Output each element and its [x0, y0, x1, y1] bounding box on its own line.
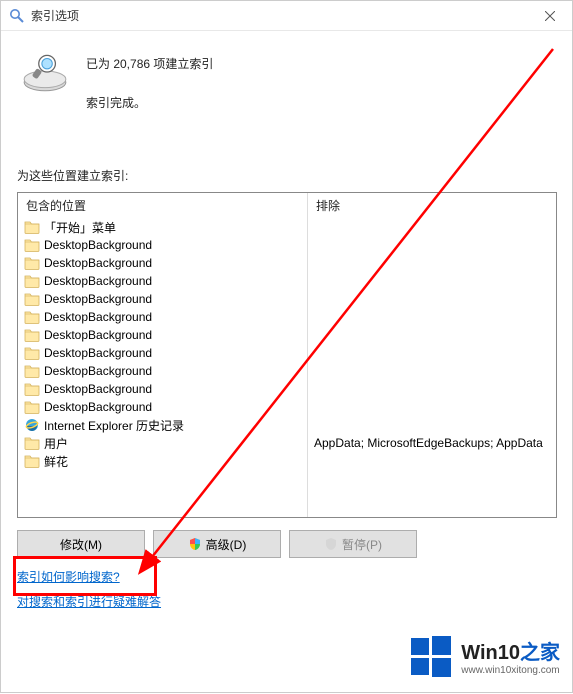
index-status-icon	[17, 51, 72, 101]
list-item-label: DesktopBackground	[44, 382, 152, 396]
window-title: 索引选项	[31, 7, 79, 24]
shield-icon	[324, 537, 338, 551]
link-troubleshoot[interactable]: 对搜索和索引进行疑难解答	[17, 593, 556, 610]
folder-icon	[24, 255, 40, 271]
watermark-url: www.win10xitong.com	[461, 665, 560, 676]
list-item[interactable]: DesktopBackground	[22, 290, 303, 308]
list-item[interactable]: 「开始」菜单	[22, 218, 303, 236]
folder-icon	[24, 291, 40, 307]
list-item[interactable]: DesktopBackground	[22, 362, 303, 380]
list-item-exclude-label: AppData; MicrosoftEdgeBackups; AppData	[314, 436, 543, 450]
pause-button: 暂停(P)	[289, 530, 417, 558]
list-item-label: 鲜花	[44, 453, 68, 470]
list-item-label: DesktopBackground	[44, 328, 152, 342]
close-icon	[545, 11, 555, 21]
list-item-exclude	[312, 380, 552, 398]
list-item-label: DesktopBackground	[44, 364, 152, 378]
watermark: Win10之家 www.win10xitong.com	[409, 634, 560, 678]
status-area: 已为 20,786 项建立索引 索引完成。	[17, 51, 556, 133]
list-item-exclude	[312, 290, 552, 308]
list-item-exclude	[312, 218, 552, 236]
status-complete: 索引完成。	[86, 94, 213, 111]
status-count: 已为 20,786 项建立索引	[86, 55, 213, 72]
list-item[interactable]: DesktopBackground	[22, 398, 303, 416]
advanced-button[interactable]: 高级(D)	[153, 530, 281, 558]
watermark-brand: Win10之家	[461, 636, 560, 665]
close-button[interactable]	[527, 1, 572, 31]
list-item-label: Internet Explorer 历史记录	[44, 417, 184, 434]
titlebar: 索引选项	[1, 1, 572, 31]
pause-button-label: 暂停(P)	[342, 536, 382, 553]
list-item-label: DesktopBackground	[44, 238, 152, 252]
folder-icon	[24, 345, 40, 361]
ie-icon	[24, 417, 40, 433]
list-item-label: DesktopBackground	[44, 256, 152, 270]
folder-icon	[24, 273, 40, 289]
shield-icon	[188, 537, 202, 551]
column-header-included: 包含的位置	[18, 193, 307, 218]
link-how-affects-search[interactable]: 索引如何影响搜索?	[17, 568, 556, 585]
list-item[interactable]: 用户	[22, 434, 303, 452]
list-item-label: DesktopBackground	[44, 274, 152, 288]
list-item[interactable]: DesktopBackground	[22, 254, 303, 272]
list-item-label: DesktopBackground	[44, 400, 152, 414]
folder-icon	[24, 309, 40, 325]
folder-icon	[24, 399, 40, 415]
list-item-exclude	[312, 344, 552, 362]
list-item[interactable]: DesktopBackground	[22, 344, 303, 362]
list-item[interactable]: Internet Explorer 历史记录	[22, 416, 303, 434]
list-item-label: 用户	[44, 435, 68, 452]
list-item-exclude	[312, 308, 552, 326]
list-item-label: DesktopBackground	[44, 346, 152, 360]
list-item[interactable]: DesktopBackground	[22, 236, 303, 254]
locations-label: 为这些位置建立索引:	[17, 167, 556, 184]
locations-listbox[interactable]: 包含的位置 「开始」菜单 DesktopBackground DesktopBack…	[17, 192, 557, 518]
modify-button[interactable]: 修改(M)	[17, 530, 145, 558]
list-item[interactable]: DesktopBackground	[22, 326, 303, 344]
advanced-button-label: 高级(D)	[206, 536, 247, 553]
list-item-label: 「开始」菜单	[44, 219, 116, 236]
list-item[interactable]: DesktopBackground	[22, 272, 303, 290]
modify-button-label: 修改(M)	[60, 536, 102, 553]
list-item-exclude: AppData; MicrosoftEdgeBackups; AppData	[312, 434, 552, 452]
folder-icon	[24, 219, 40, 235]
folder-icon	[24, 327, 40, 343]
list-item[interactable]: DesktopBackground	[22, 380, 303, 398]
folder-icon	[24, 435, 40, 451]
list-item-exclude	[312, 254, 552, 272]
folder-icon	[24, 381, 40, 397]
list-item[interactable]: 鲜花	[22, 452, 303, 470]
list-item-exclude	[312, 398, 552, 416]
list-item-exclude	[312, 416, 552, 434]
windows-logo-icon	[409, 634, 453, 678]
folder-icon	[24, 453, 40, 469]
app-icon	[9, 8, 25, 24]
list-item-exclude	[312, 452, 552, 470]
folder-icon	[24, 363, 40, 379]
list-item[interactable]: DesktopBackground	[22, 308, 303, 326]
list-item-exclude	[312, 236, 552, 254]
list-item-exclude	[312, 326, 552, 344]
list-item-label: DesktopBackground	[44, 292, 152, 306]
column-header-excluded: 排除	[308, 193, 556, 218]
list-item-exclude	[312, 272, 552, 290]
folder-icon	[24, 237, 40, 253]
list-item-exclude	[312, 362, 552, 380]
list-item-label: DesktopBackground	[44, 310, 152, 324]
